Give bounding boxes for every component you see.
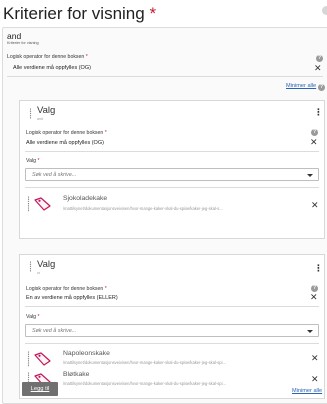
card-menu-icon[interactable]: ⋮ (314, 264, 323, 273)
card-operator-label: Logisk operator for denne boksen * (26, 286, 107, 292)
card-operator-underline (25, 151, 319, 152)
remove-item-button[interactable]: ✕ (311, 354, 319, 363)
root-operator-value[interactable]: Alle verdiene må oppfylles (OG) (13, 65, 91, 71)
card-subtitle: and (37, 117, 43, 121)
required-mark: * (104, 286, 107, 292)
card-subtitle: or (37, 271, 41, 275)
minimize-all-link-top[interactable]: Minimer alle (286, 83, 316, 89)
valg-label: Valg * (26, 158, 39, 164)
card-operator-underline (25, 306, 319, 307)
card-operator-label-text: Logisk operator for denne boksen (26, 130, 104, 136)
drag-handle-icon[interactable] (29, 108, 32, 119)
root-operator-label: Logisk operator for denne boksen * (7, 54, 88, 60)
root-operator-label-text: Logisk operator for denne boksen (7, 54, 85, 60)
required-mark: * (37, 158, 40, 164)
clear-root-operator-button[interactable]: ✕ (314, 64, 322, 73)
remove-item-button[interactable]: ✕ (311, 201, 319, 210)
root-subtitle: Kriterier for visning (7, 41, 39, 45)
help-icon[interactable]: ? (318, 84, 325, 91)
help-icon[interactable]: ? (311, 285, 318, 292)
clear-card-operator-button[interactable]: ✕ (310, 293, 318, 302)
card-title: Valg (37, 105, 56, 116)
valg-label-text: Valg (26, 314, 36, 320)
required-mark: * (85, 54, 88, 60)
drag-handle-icon[interactable] (27, 196, 30, 212)
item-path: /mattilsynet/dokumentasjonsveivisen/hvor… (63, 360, 226, 365)
card-operator-label-text: Logisk operator for denne boksen (26, 286, 104, 292)
item-title[interactable]: Bløtkake (63, 371, 89, 378)
page-title: Kriterier for visning * (3, 4, 156, 24)
card-operator-value[interactable]: En av verdiene må oppfylles (ELLER) (26, 295, 118, 301)
card-operator-label: Logisk operator for denne boksen * (26, 130, 107, 136)
help-icon[interactable]: ? (316, 55, 323, 62)
root-operator-underline (7, 76, 323, 77)
root-name: and (7, 31, 22, 41)
card-menu-icon[interactable]: ⋮ (314, 108, 323, 117)
item-path: /mattilsynet/dokumentasjonsveivisen/hvor… (63, 206, 223, 211)
add-button[interactable]: Legg til (22, 382, 58, 396)
item-title[interactable]: Napoleonskake (63, 350, 110, 357)
items-divider (25, 187, 319, 188)
item-title[interactable]: Sjokoladekake (63, 195, 107, 202)
valg-search-input[interactable]: Søk ved å skrive... (25, 168, 319, 181)
chevron-down-icon[interactable] (307, 330, 313, 333)
help-icon[interactable]: ? (311, 129, 318, 136)
search-placeholder: Søk ved å skrive... (32, 328, 77, 334)
criteria-card-and: Valg and ⋮ Logisk operator for denne bok… (19, 100, 325, 239)
page-title-text: Kriterier for visning (3, 4, 145, 23)
tag-icon (34, 197, 51, 211)
valg-label-text: Valg (26, 158, 36, 164)
chevron-down-icon[interactable] (307, 174, 313, 177)
required-mark: * (104, 130, 107, 136)
clear-card-operator-button[interactable]: ✕ (310, 138, 318, 147)
drag-handle-icon[interactable] (29, 261, 32, 272)
items-divider (25, 343, 319, 344)
tag-icon (34, 352, 51, 366)
remove-item-button[interactable]: ✕ (311, 375, 319, 384)
item-path: /mattilsynet/dokumentasjonsveivisen/hvor… (63, 381, 226, 386)
card-title: Valg (37, 259, 56, 270)
valg-label: Valg * (26, 314, 39, 320)
card-operator-value[interactable]: Alle verdiene må oppfylles (OG) (26, 140, 104, 146)
criteria-card-or: Valg or ⋮ Logisk operator for denne boks… (19, 254, 325, 399)
valg-search-input[interactable]: Søk ved å skrive... (25, 324, 319, 337)
required-mark: * (149, 4, 157, 23)
required-mark: * (37, 314, 40, 320)
drag-handle-icon[interactable] (27, 351, 30, 367)
root-criteria-box: and Kriterier for visning Logisk operato… (2, 27, 327, 404)
search-placeholder: Søk ved å skrive... (32, 172, 77, 178)
info-dot-icon[interactable] (322, 6, 327, 15)
minimize-all-link-bottom[interactable]: Minimer alle (292, 388, 322, 394)
